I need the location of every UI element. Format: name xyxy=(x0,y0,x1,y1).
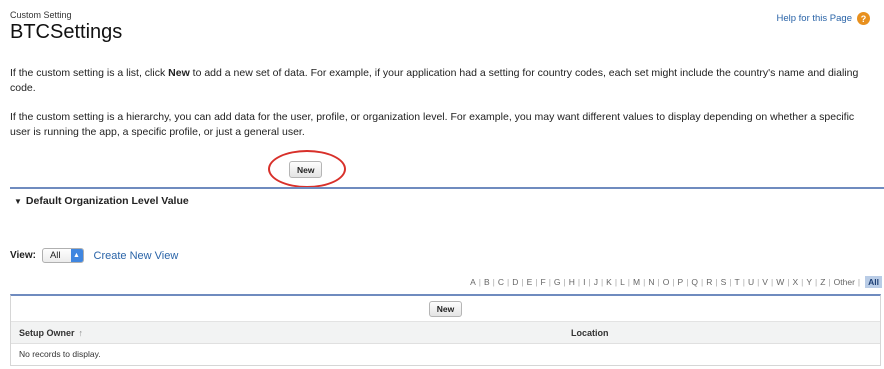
help-link[interactable]: Help for this Page xyxy=(776,13,852,24)
select-arrows-icon: ▲︎ xyxy=(70,249,83,262)
alpha-separator: | xyxy=(742,277,745,287)
alpha-separator: | xyxy=(828,277,831,287)
section-divider xyxy=(10,187,884,189)
alpha-separator: | xyxy=(857,277,861,287)
alpha-filter-o[interactable]: O xyxy=(663,277,670,287)
view-row: View: All ▲︎ Create New View xyxy=(10,248,178,263)
alpha-filter-u[interactable]: U xyxy=(748,277,754,287)
alpha-filter-other[interactable]: Other xyxy=(834,277,855,287)
alpha-filter-t[interactable]: T xyxy=(735,277,740,287)
alpha-separator: | xyxy=(715,277,718,287)
view-select[interactable]: All ▲︎ xyxy=(41,248,84,263)
alpha-filter-q[interactable]: Q xyxy=(691,277,698,287)
view-select-value: All xyxy=(49,250,61,261)
sort-ascending-icon: ↑ xyxy=(78,327,84,338)
alpha-filter-y[interactable]: Y xyxy=(806,277,812,287)
alpha-filter-c[interactable]: C xyxy=(498,277,504,287)
view-label: View: xyxy=(10,250,36,261)
alpha-separator: | xyxy=(507,277,510,287)
alpha-filter-a[interactable]: A xyxy=(470,277,476,287)
records-table: New Setup Owner ↑ Location No records to … xyxy=(10,294,881,366)
table-toolbar: New xyxy=(11,296,880,322)
help-icon[interactable]: ? xyxy=(857,12,870,25)
column-header-setup-owner[interactable]: Setup Owner ↑ xyxy=(11,328,571,338)
create-new-view-link[interactable]: Create New View xyxy=(94,250,179,262)
help-area: Help for this Page ? xyxy=(776,12,870,25)
column-label-setup-owner: Setup Owner xyxy=(19,327,75,338)
page-supertitle: Custom Setting xyxy=(10,10,72,20)
alpha-separator: | xyxy=(614,277,618,287)
alpha-filter-d[interactable]: D xyxy=(512,277,518,287)
section-header-default-org[interactable]: ▼ Default Organization Level Value xyxy=(14,195,189,207)
alpha-filter-m[interactable]: M xyxy=(633,277,640,287)
table-new-button[interactable]: New xyxy=(428,300,463,317)
alpha-filter-b[interactable]: B xyxy=(484,277,490,287)
alpha-separator: | xyxy=(801,277,804,287)
section-title: Default Organization Level Value xyxy=(25,195,189,207)
alpha-separator: | xyxy=(787,277,790,287)
intro-p1-before: If the custom setting is a list, click xyxy=(10,67,169,79)
alpha-filter-i[interactable]: I xyxy=(583,277,585,287)
empty-table-message: No records to display. xyxy=(19,349,101,359)
alpha-separator: | xyxy=(729,277,732,287)
alpha-filter-h[interactable]: H xyxy=(569,277,575,287)
alpha-filter-z[interactable]: Z xyxy=(820,277,825,287)
alpha-separator: | xyxy=(672,277,675,287)
alpha-separator: | xyxy=(563,277,566,287)
alphabet-filter: A | B | C | D | E | F | G | H | I | J | K | L | M | N | O | P | Q | R | S | T |… xyxy=(470,276,882,288)
alpha-separator: | xyxy=(535,277,538,287)
alpha-filter-l[interactable]: L xyxy=(620,277,625,287)
alpha-separator: | xyxy=(548,277,551,287)
intro-paragraph-list: If the custom setting is a list, click N… xyxy=(10,66,870,96)
alpha-separator: | xyxy=(588,277,591,287)
intro-paragraph-hierarchy: If the custom setting is a hierarchy, yo… xyxy=(10,111,855,138)
alpha-filter-k[interactable]: K xyxy=(606,277,612,287)
table-header-row: Setup Owner ↑ Location xyxy=(11,322,880,344)
column-header-location[interactable]: Location xyxy=(571,328,880,338)
alpha-separator: | xyxy=(643,277,646,287)
alpha-filter-f[interactable]: F xyxy=(540,277,545,287)
alpha-filter-g[interactable]: G xyxy=(554,277,561,287)
alpha-filter-p[interactable]: P xyxy=(678,277,684,287)
alpha-filter-x[interactable]: X xyxy=(792,277,798,287)
triangle-down-icon[interactable]: ▼ xyxy=(14,197,22,206)
alpha-separator: | xyxy=(815,277,818,287)
alpha-separator: | xyxy=(657,277,660,287)
alpha-separator: | xyxy=(627,277,631,287)
alpha-separator: | xyxy=(577,277,581,287)
alpha-filter-e[interactable]: E xyxy=(527,277,533,287)
alpha-separator: | xyxy=(770,277,774,287)
alpha-filter-n[interactable]: N xyxy=(648,277,654,287)
alpha-filter-j[interactable]: J xyxy=(594,277,598,287)
alpha-filter-w[interactable]: W xyxy=(776,277,784,287)
alpha-separator: | xyxy=(701,277,704,287)
alpha-filter-v[interactable]: V xyxy=(762,277,768,287)
alpha-separator: | xyxy=(686,277,689,287)
new-button[interactable]: New xyxy=(289,161,323,178)
alpha-separator: | xyxy=(600,277,604,287)
page-title: BTCSettings xyxy=(10,21,123,43)
alpha-separator: | xyxy=(521,277,524,287)
page-header: Custom Setting BTCSettings xyxy=(10,10,122,44)
alpha-filter-all[interactable]: All xyxy=(865,276,882,288)
alpha-filter-s[interactable]: S xyxy=(721,277,727,287)
intro-p1-bold: New xyxy=(168,67,190,79)
alpha-filter-r[interactable]: R xyxy=(706,277,712,287)
alpha-separator: | xyxy=(478,277,481,287)
alpha-separator: | xyxy=(757,277,760,287)
alpha-separator: | xyxy=(492,277,495,287)
